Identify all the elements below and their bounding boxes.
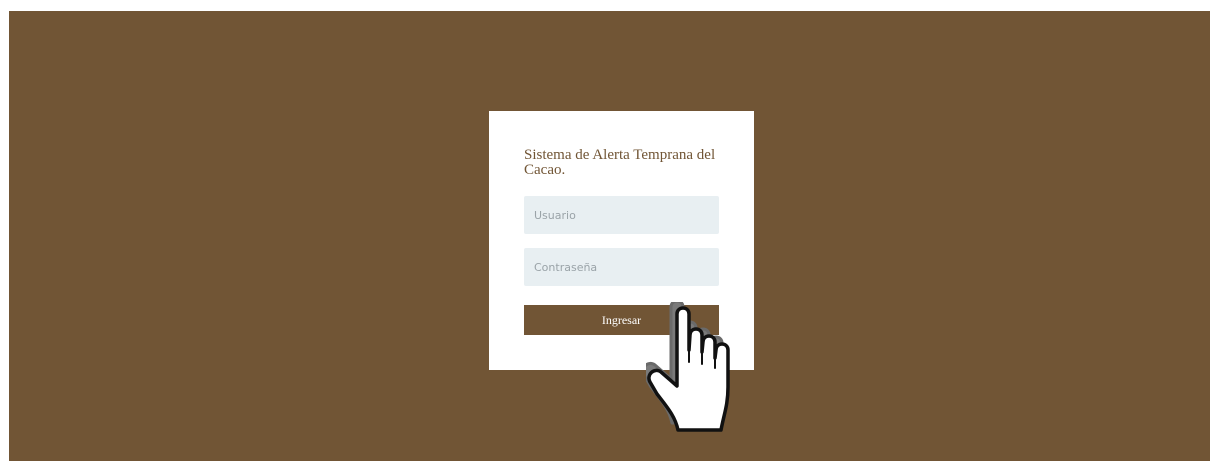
login-title: Sistema de Alerta Temprana del Cacao. [524, 147, 716, 178]
login-button[interactable]: Ingresar [524, 305, 719, 335]
password-input[interactable] [524, 248, 719, 286]
username-input[interactable] [524, 196, 719, 234]
login-card: Sistema de Alerta Temprana del Cacao. In… [489, 111, 754, 370]
login-background: Sistema de Alerta Temprana del Cacao. In… [9, 11, 1210, 461]
